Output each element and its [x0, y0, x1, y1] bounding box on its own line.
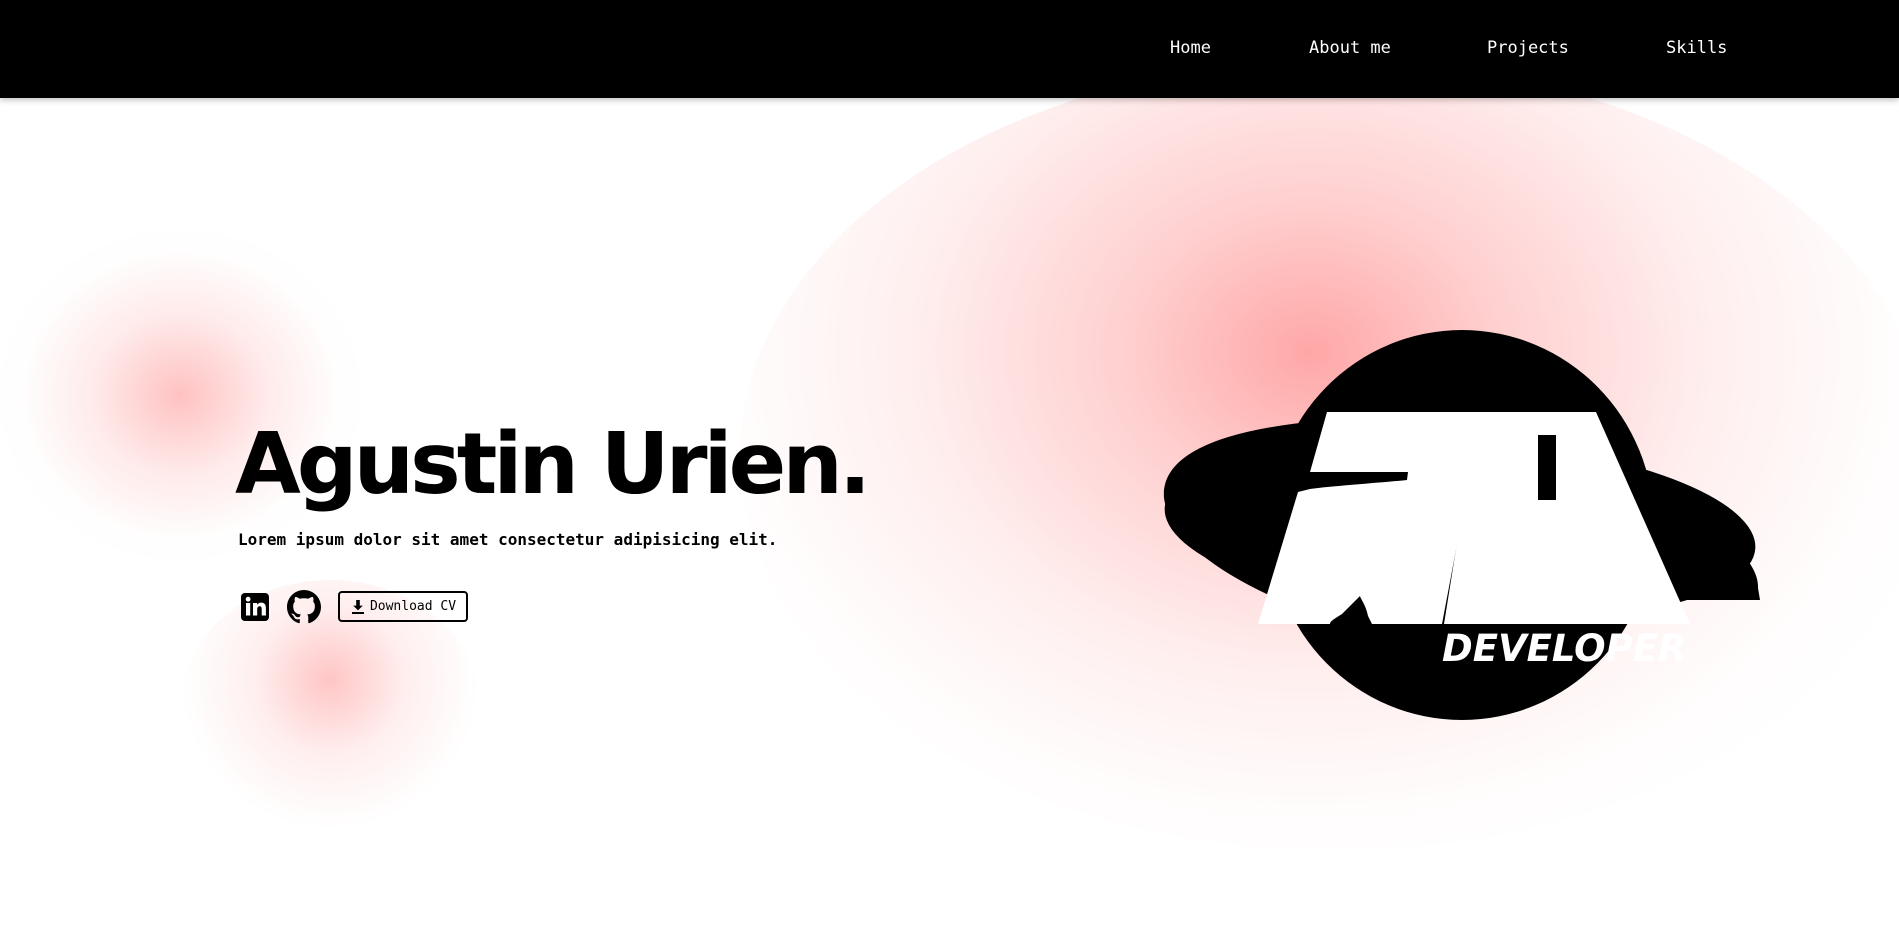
download-cv-button[interactable]: Download CV	[338, 591, 468, 622]
logo-caption: DEVELOPER	[1442, 627, 1687, 670]
linkedin-icon[interactable]	[238, 590, 272, 624]
nav-projects-link[interactable]: Projects	[1487, 37, 1569, 59]
download-icon	[350, 599, 366, 615]
download-cv-label: Download CV	[369, 598, 457, 614]
nav-skills-link[interactable]: Skills	[1666, 37, 1727, 59]
github-icon[interactable]	[287, 590, 321, 624]
nav-home-link[interactable]: Home	[1170, 37, 1211, 59]
hero-name: Agustin Urien.	[235, 415, 871, 514]
nav-about-link[interactable]: About me	[1309, 37, 1391, 59]
hero-tagline: Lorem ipsum dolor sit amet consectetur a…	[238, 530, 778, 549]
au-planet-logo: DEVELOPER	[1160, 328, 1760, 728]
navbar: Home About me Projects Skills	[0, 0, 1899, 98]
